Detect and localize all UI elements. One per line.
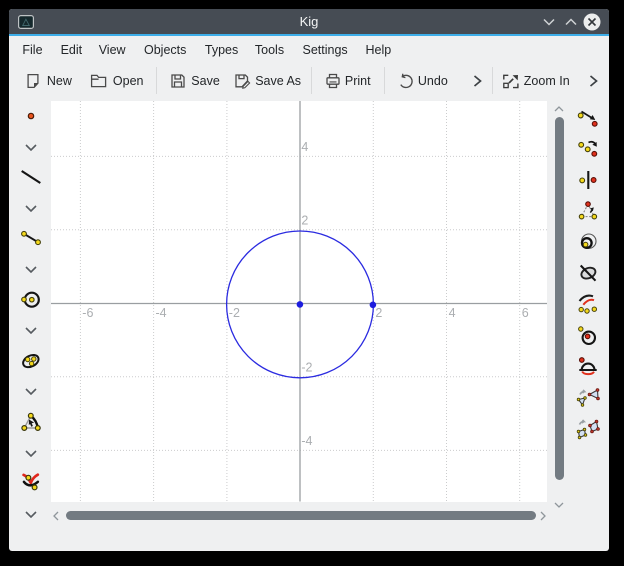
svg-text:2: 2 [301, 213, 308, 227]
svg-text:-4: -4 [301, 434, 312, 448]
svg-text:2: 2 [375, 306, 382, 320]
svg-text:-4: -4 [155, 306, 166, 320]
svg-text:-6: -6 [82, 306, 93, 320]
svg-text:6: 6 [521, 306, 528, 320]
svg-text:4: 4 [448, 306, 455, 320]
svg-text:-2: -2 [228, 306, 239, 320]
svg-text:4: 4 [301, 140, 308, 154]
svg-text:-2: -2 [301, 361, 312, 375]
